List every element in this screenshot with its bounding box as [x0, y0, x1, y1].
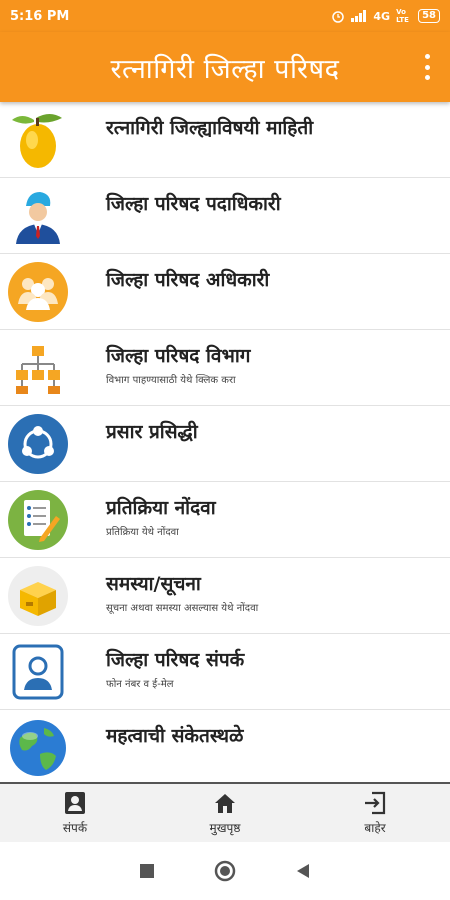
contact-card-icon [12, 644, 64, 700]
menu-item-title: जिल्हा परिषद विभाग [106, 345, 251, 367]
menu-item-title: जिल्हा परिषद पदाधिकारी [106, 193, 281, 215]
status-icons: 4G Vo LTE 58 [331, 8, 440, 24]
bottom-nav: संपर्क मुखपृष्ठ बाहेर [0, 782, 450, 842]
menu-item-title: महत्वाची संकेतस्थळे [106, 725, 244, 747]
app-title: रत्नागिरी जिल्हा परिषद [110, 53, 340, 85]
menu-item-district-info[interactable]: रत्नागिरी जिल्ह्याविषयी माहिती [0, 102, 450, 178]
nav-home[interactable]: मुखपृष्ठ [150, 784, 300, 842]
exit-icon [365, 791, 386, 815]
system-nav-bar [0, 842, 450, 900]
menu-item-title: समस्या/सूचना [106, 573, 201, 595]
menu-item-officers[interactable]: जिल्हा परिषद अधिकारी [0, 254, 450, 330]
menu-item-title: प्रतिक्रिया नोंदवा [106, 497, 216, 519]
menu-item-contact[interactable]: जिल्हा परिषद संपर्क फोन नंबर व ई-मेल [0, 634, 450, 710]
menu-item-subtitle: विभाग पाहण्यासाठी येथे क्लिक करा [106, 375, 236, 386]
status-bar: 5:16 PM 4G Vo LTE 58 [0, 0, 450, 32]
org-chart-icon [16, 346, 60, 394]
alarm-icon [332, 11, 345, 23]
globe-icon [10, 720, 66, 776]
menu-item-title: प्रसार प्रसिद्धी [106, 421, 198, 443]
share-icon [8, 414, 68, 474]
box-icon [8, 566, 68, 626]
menu-item-subtitle: सूचना अथवा समस्या असल्यास येथे नोंदवा [106, 603, 259, 614]
home-icon [215, 794, 235, 813]
nav-contact[interactable]: संपर्क [0, 784, 150, 842]
more-vert-icon[interactable] [424, 54, 430, 80]
menu-item-publicity[interactable]: प्रसार प्रसिद्धी [0, 406, 450, 482]
feedback-form-icon [8, 490, 68, 550]
menu-item-feedback[interactable]: प्रतिक्रिया नोंदवा प्रतिक्रिया येथे नोंद… [0, 482, 450, 558]
volte-indicator: Vo LTE [396, 8, 409, 24]
group-icon [8, 262, 68, 322]
menu-item-subtitle: फोन नंबर व ई-मेल [106, 679, 174, 690]
nav-exit[interactable]: बाहेर [300, 784, 450, 842]
home-circle-icon[interactable] [213, 859, 237, 883]
menu-item-title: जिल्हा परिषद अधिकारी [106, 269, 270, 291]
official-person-icon [16, 192, 60, 244]
status-time: 5:16 PM [10, 8, 70, 24]
nav-label: संपर्क [62, 821, 88, 835]
back-icon[interactable] [295, 863, 311, 879]
app-bar: रत्नागिरी जिल्हा परिषद [0, 32, 450, 102]
menu-item-important-websites[interactable]: महत्वाची संकेतस्थळे [0, 710, 450, 782]
menu-item-title: जिल्हा परिषद संपर्क [106, 649, 245, 671]
nav-label: बाहेर [364, 821, 386, 835]
menu-list: रत्नागिरी जिल्ह्याविषयी माहिती जिल्हा पर… [0, 102, 450, 782]
nav-label: मुखपृष्ठ [209, 821, 241, 835]
contact-icon [65, 792, 85, 814]
mango-icon [12, 114, 62, 168]
menu-item-suggestions[interactable]: समस्या/सूचना सूचना अथवा समस्या असल्यास य… [0, 558, 450, 634]
menu-item-subtitle: प्रतिक्रिया येथे नोंदवा [106, 527, 179, 538]
signal-icon [351, 10, 367, 22]
menu-item-title: रत्नागिरी जिल्ह्याविषयी माहिती [106, 117, 314, 139]
battery-icon: 58 [418, 9, 440, 23]
recents-icon[interactable] [139, 863, 155, 879]
menu-item-departments[interactable]: जिल्हा परिषद विभाग विभाग पाहण्यासाठी येथ… [0, 330, 450, 406]
network-type: 4G [373, 9, 391, 23]
menu-item-office-bearers[interactable]: जिल्हा परिषद पदाधिकारी [0, 178, 450, 254]
